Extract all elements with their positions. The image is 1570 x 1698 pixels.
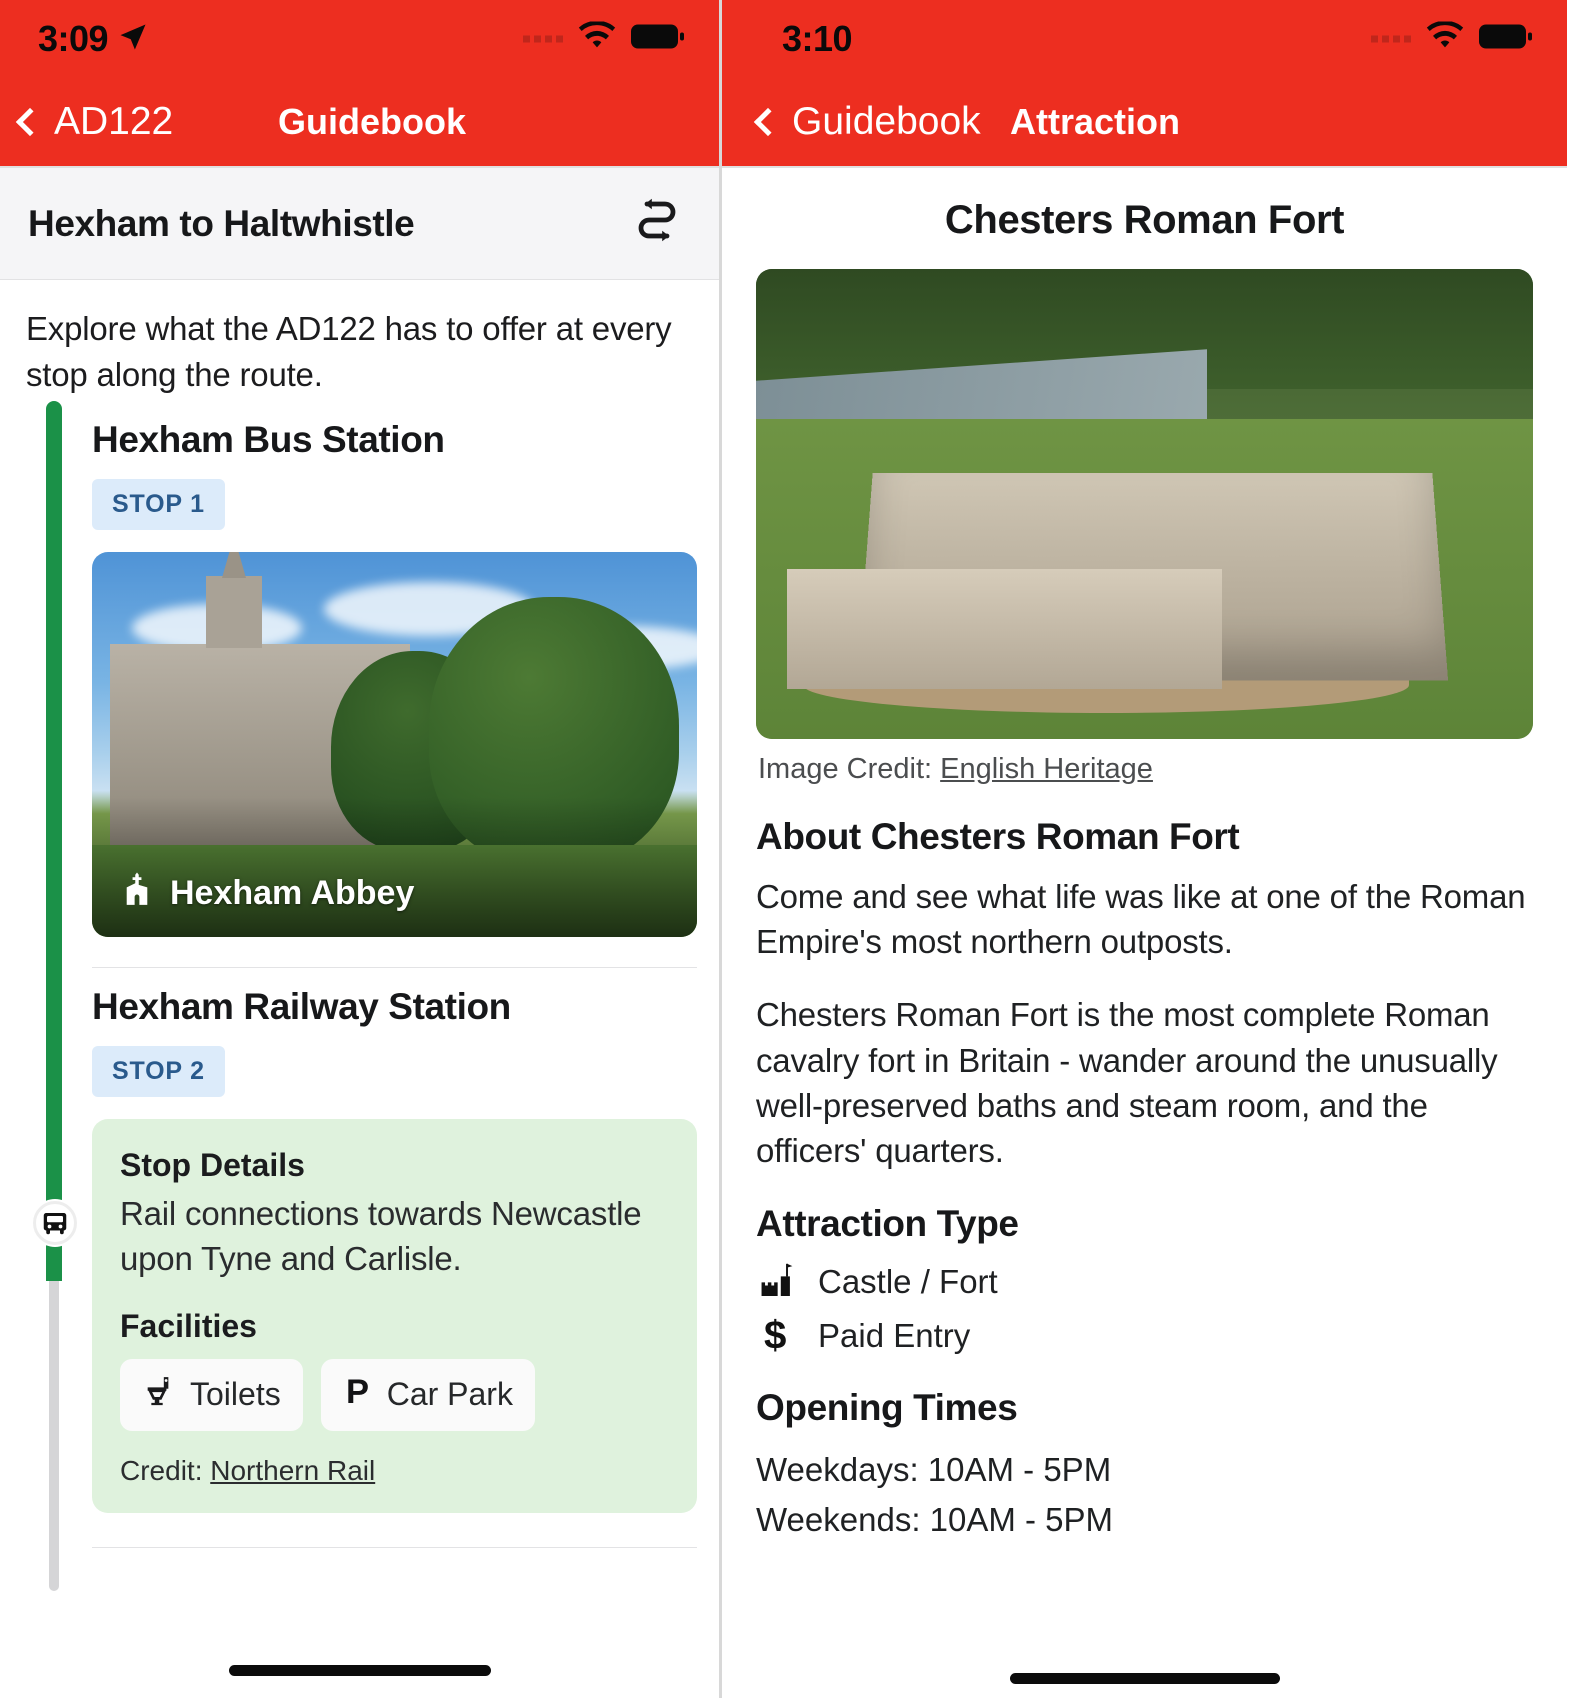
route-timeline: Hexham Bus Station STOP 1 Hexham Abbey H… <box>0 401 719 1592</box>
signal-icon <box>1371 35 1411 43</box>
facility-label: Toilets <box>190 1376 281 1413</box>
attraction-type-item: $ Paid Entry <box>756 1315 1533 1357</box>
status-indicators-left <box>523 20 685 57</box>
signal-icon <box>523 35 563 43</box>
home-indicator <box>1009 1673 1280 1684</box>
attraction-type-heading: Attraction Type <box>756 1203 1019 1245</box>
castle-icon <box>756 1261 800 1303</box>
opening-times-row: Weekends: 10AM - 5PM <box>756 1500 1114 1538</box>
facility-chip-car-park: P Car Park <box>320 1358 535 1431</box>
photo-caption: Hexham Abbey <box>118 870 414 917</box>
stop-name: Hexham Railway Station <box>92 986 511 1028</box>
nav-bar-right: Guidebook Attraction <box>722 78 1567 168</box>
photo-caption-label: Hexham Abbey <box>170 874 415 913</box>
chevron-left-icon <box>15 107 45 137</box>
facility-label: Car Park <box>386 1376 513 1413</box>
stop-item[interactable]: Hexham Bus Station STOP 1 Hexham Abbey <box>92 401 697 969</box>
divider <box>92 1546 697 1548</box>
wifi-icon <box>1425 20 1465 57</box>
about-paragraph: Come and see what life was like at one o… <box>756 878 1526 961</box>
stops-list: Hexham Bus Station STOP 1 Hexham Abbey H… <box>92 401 719 1548</box>
image-credit-prefix: Image Credit: <box>758 753 933 785</box>
status-badge: STOP 1 <box>92 479 225 531</box>
nav-title-right: Attraction <box>1010 101 1180 142</box>
attraction-hero-image <box>756 269 1533 739</box>
about-paragraph: Chesters Roman Fort is the most complete… <box>756 996 1498 1170</box>
stop-photo-card[interactable]: Hexham Abbey <box>92 552 697 938</box>
dual-screenshot: 3:09 AD122 Guidebook Hexham to Haltwhist… <box>0 0 1570 1698</box>
svg-text:$: $ <box>764 1315 786 1357</box>
route-title: Hexham to Haltwhistle <box>28 202 415 244</box>
page-title: Chesters Roman Fort <box>944 198 1345 242</box>
back-button-guidebook[interactable]: Guidebook <box>753 100 981 144</box>
status-badge: STOP 2 <box>92 1046 225 1098</box>
swap-route-icon[interactable] <box>625 192 689 255</box>
back-button-label: Guidebook <box>792 100 981 143</box>
attraction-screen: 3:10 Guidebook Attraction Chesters Roman… <box>722 0 1567 1698</box>
stop-name: Hexham Bus Station <box>92 419 445 461</box>
status-time: 3:10 <box>782 18 853 59</box>
credit-prefix: Credit: <box>120 1454 203 1486</box>
attraction-type-item: Castle / Fort <box>756 1261 1533 1303</box>
stop-details-heading: Stop Details <box>120 1147 305 1184</box>
chevron-left-icon <box>753 107 783 137</box>
opening-times-list: Weekdays: 10AM - 5PM Weekends: 10AM - 5P… <box>756 1445 1533 1544</box>
toilet-icon <box>142 1374 176 1416</box>
facility-chip-toilets: Toilets <box>120 1358 303 1431</box>
status-time: 3:09 <box>38 18 109 59</box>
guidebook-screen: 3:09 AD122 Guidebook Hexham to Haltwhist… <box>0 0 722 1698</box>
nav-bar-left: AD122 Guidebook <box>0 78 719 168</box>
parking-icon: P <box>343 1373 373 1417</box>
intro-text: Explore what the AD122 has to offer at e… <box>26 310 672 393</box>
church-icon <box>118 870 156 917</box>
credit-link[interactable]: Northern Rail <box>210 1455 375 1486</box>
bus-marker-icon <box>33 1201 77 1246</box>
location-arrow-icon <box>118 22 148 57</box>
attraction-type-label: Paid Entry <box>818 1317 971 1355</box>
stop-item[interactable]: Hexham Railway Station STOP 2 Stop Detai… <box>92 968 697 1548</box>
timeline-rail <box>33 401 77 1592</box>
opening-times-heading: Opening Times <box>756 1387 1018 1429</box>
battery-icon <box>631 23 685 56</box>
facilities-list: Toilets P Car Park <box>120 1358 669 1431</box>
route-header: Hexham to Haltwhistle <box>0 168 719 280</box>
credit-line: Credit: Northern Rail <box>120 1455 669 1487</box>
status-indicators-right <box>1371 20 1533 57</box>
svg-text:P: P <box>346 1373 369 1409</box>
attraction-type-label: Castle / Fort <box>818 1263 998 1301</box>
wifi-icon <box>577 20 617 57</box>
about-heading: About Chesters Roman Fort <box>756 816 1240 857</box>
back-button-label: AD122 <box>54 100 174 143</box>
stop-details-text: Rail connections towards Newcastle upon … <box>120 1195 642 1277</box>
nav-title-left: Guidebook <box>278 101 466 142</box>
battery-icon <box>1479 23 1533 56</box>
facilities-heading: Facilities <box>120 1307 257 1344</box>
dollar-icon: $ <box>756 1315 800 1357</box>
home-indicator <box>228 1665 491 1676</box>
rail-remaining <box>49 1281 59 1592</box>
back-button-ad122[interactable]: AD122 <box>15 100 174 144</box>
image-credit-line: Image Credit: English Heritage <box>756 739 1533 786</box>
image-credit-link[interactable]: English Heritage <box>940 753 1153 785</box>
status-bar-left: 3:09 <box>0 0 719 78</box>
fort-wall-shape <box>787 569 1223 689</box>
rail-progress <box>46 401 62 1282</box>
opening-times-row: Weekdays: 10AM - 5PM <box>756 1451 1112 1489</box>
stop-details-card: Stop Details Rail connections towards Ne… <box>92 1119 697 1513</box>
status-bar-right: 3:10 <box>722 0 1567 78</box>
attraction-body: Chesters Roman Fort Image Credit: Englis… <box>722 168 1567 1544</box>
